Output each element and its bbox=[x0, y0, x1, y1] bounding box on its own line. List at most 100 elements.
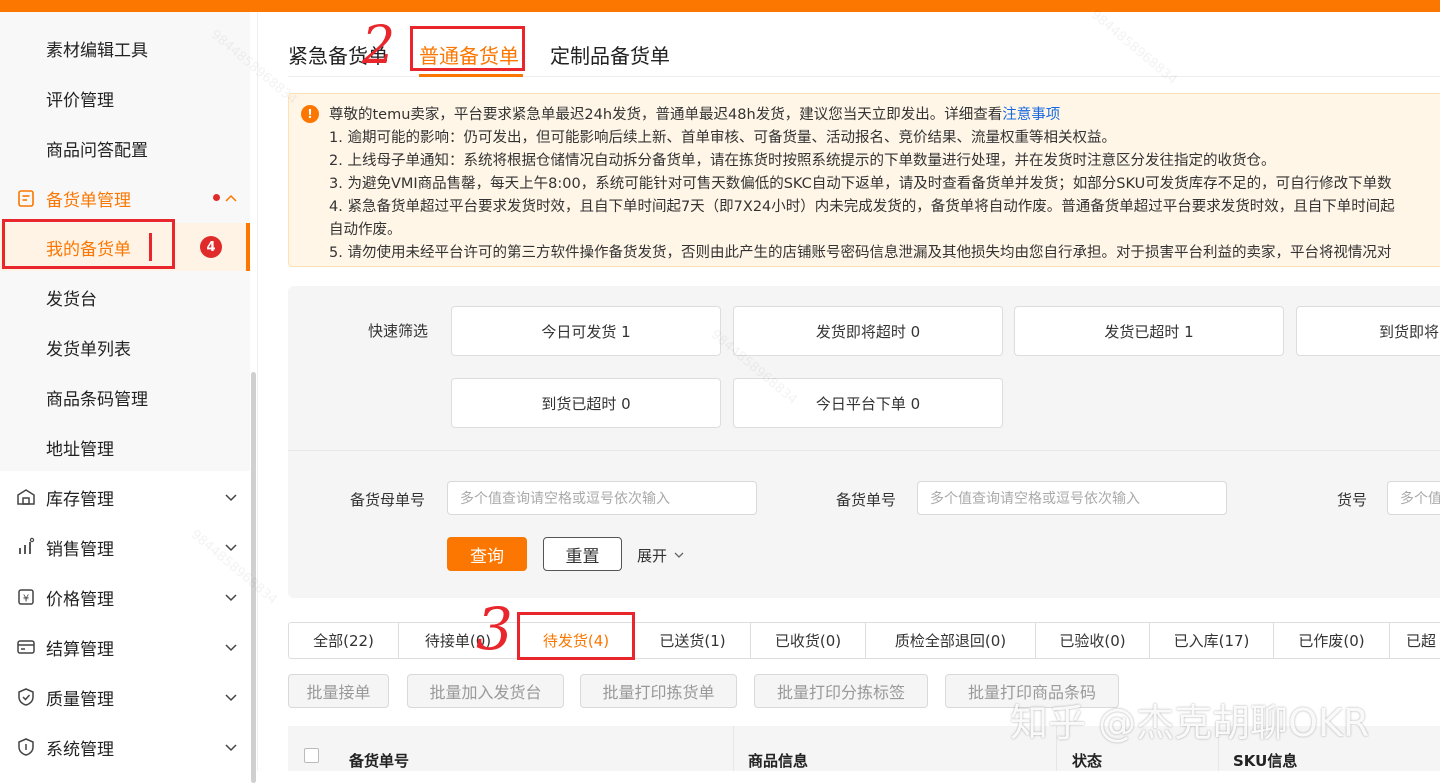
quick-filter-ordered-today[interactable]: 今日平台下单 0 bbox=[733, 378, 1003, 428]
price-tag-icon: ¥ bbox=[16, 587, 36, 607]
status-tab-stored[interactable]: 已入库(17) bbox=[1150, 623, 1274, 658]
quick-filter-ship-today[interactable]: 今日可发货 1 bbox=[451, 306, 721, 356]
svg-text:¥: ¥ bbox=[23, 594, 29, 605]
batch-print-picklist-button[interactable]: 批量打印拣货单 bbox=[580, 674, 737, 708]
query-button[interactable]: 查询 bbox=[447, 537, 527, 571]
status-tabs: 全部(22) 待接单(0) 待发货(4) 已送货(1) 已收货(0) 质检全部退… bbox=[288, 622, 1440, 659]
chevron-down-icon bbox=[673, 547, 685, 565]
sidebar-group-label: 价格管理 bbox=[46, 589, 114, 610]
notice-line: 5. 请勿使用未经平台许可的第三方软件操作备货发货，否则由此产生的店铺账号密码信… bbox=[329, 245, 1392, 261]
sidebar-item-label: 发货台 bbox=[46, 289, 97, 310]
sidebar-group-pricing[interactable]: ¥ 价格管理 bbox=[0, 573, 250, 621]
panel-divider bbox=[288, 450, 1440, 451]
parent-order-input[interactable]: 多个值查询请空格或逗号依次输入 bbox=[447, 481, 757, 515]
annotation-box bbox=[517, 612, 635, 660]
chevron-down-icon[interactable] bbox=[224, 689, 238, 703]
notice-line: 1. 逾期可能的影响：仍可发出，但可能影响后续上新、首单审核、可备货量、活动报名… bbox=[329, 130, 1116, 146]
top-brand-bar bbox=[0, 0, 1440, 12]
wallet-icon bbox=[16, 637, 36, 657]
order-no-label: 备货单号 bbox=[836, 491, 897, 509]
chevron-down-icon[interactable] bbox=[224, 589, 238, 603]
notice-line: 尊敬的temu卖家，平台要求紧急单最迟24h发货，普通单最迟48h发货，建议您当… bbox=[329, 103, 1060, 124]
status-tab-delivered[interactable]: 已送货(1) bbox=[635, 623, 751, 658]
main-content: 紧急备货单 普通备货单 定制品备货单 2 ! 尊敬的temu卖家，平台要求紧急单… bbox=[258, 12, 1440, 771]
status-tab-accepted[interactable]: 已验收(0) bbox=[1036, 623, 1150, 658]
sidebar-group-label: 备货单管理 bbox=[46, 190, 131, 211]
sidebar-group-stock-orders[interactable]: 备货单管理 bbox=[0, 174, 250, 222]
item-no-input[interactable]: 多个值 bbox=[1387, 481, 1440, 515]
sidebar-group-label: 系统管理 bbox=[46, 739, 114, 760]
active-tab-indicator bbox=[419, 74, 523, 77]
sidebar-group-system[interactable]: 系统管理 bbox=[0, 723, 250, 771]
status-tab-overdue[interactable]: 已超 bbox=[1390, 623, 1440, 658]
sidebar-group-inventory[interactable]: 库存管理 bbox=[0, 473, 250, 521]
sidebar-group-settlement[interactable]: 结算管理 bbox=[0, 623, 250, 671]
status-tab-qc-returned[interactable]: 质检全部退回(0) bbox=[866, 623, 1036, 658]
annotation-box bbox=[410, 26, 525, 71]
sidebar-item-shipment-list[interactable]: 发货单列表 bbox=[0, 323, 250, 371]
sidebar-item-qa-config[interactable]: 商品问答配置 bbox=[0, 124, 250, 172]
sidebar-scrollbar[interactable] bbox=[251, 372, 256, 783]
sidebar-item-label: 评价管理 bbox=[46, 90, 114, 111]
filter-panel: 快速筛选 今日可发货 1 发货即将超时 0 发货已超时 1 到货即将 到货已超时… bbox=[288, 286, 1440, 598]
status-tab-received[interactable]: 已收货(0) bbox=[751, 623, 866, 658]
chevron-up-icon[interactable] bbox=[224, 190, 238, 204]
annotation-number: 2 bbox=[362, 16, 396, 76]
batch-add-to-desk-button[interactable]: 批量加入发货台 bbox=[407, 674, 564, 708]
column-header-order-no: 备货单号 bbox=[349, 752, 410, 770]
expand-toggle[interactable]: 展开 bbox=[637, 545, 685, 566]
sidebar-item-address-management[interactable]: 地址管理 bbox=[0, 423, 250, 471]
sidebar: 素材编辑工具 评价管理 商品问答配置 备货单管理 我的备货单 4 发货台 发货单… bbox=[0, 12, 258, 783]
sidebar-item-label: 商品条码管理 bbox=[46, 389, 148, 410]
sidebar-item-label: 商品问答配置 bbox=[46, 140, 148, 161]
notice-line: 2. 上线母子单通知：系统将根据仓储情况自动拆分备货单，请在拣货时按照系统提示的… bbox=[329, 153, 1276, 169]
quick-filter-label: 快速筛选 bbox=[368, 322, 429, 340]
item-no-label: 货号 bbox=[1337, 491, 1368, 509]
notice-line: 3. 为避免VMI商品售罄，每天上午8:00，系统可能针对可售天数偏低的SKC自… bbox=[329, 176, 1392, 192]
chevron-down-icon[interactable] bbox=[224, 539, 238, 553]
shield-check-icon bbox=[16, 687, 36, 707]
status-tab-all[interactable]: 全部(22) bbox=[289, 623, 399, 658]
quick-filter-arrive-soon-overdue[interactable]: 到货即将 bbox=[1296, 306, 1440, 356]
sidebar-item-reviews[interactable]: 评价管理 bbox=[0, 74, 250, 122]
sidebar-group-quality[interactable]: 质量管理 bbox=[0, 673, 250, 721]
chevron-down-icon[interactable] bbox=[224, 639, 238, 653]
clipboard-icon bbox=[16, 188, 36, 208]
sidebar-item-barcode-management[interactable]: 商品条码管理 bbox=[0, 373, 250, 421]
notice-link[interactable]: 注意事项 bbox=[1002, 107, 1060, 123]
order-no-input[interactable]: 多个值查询请空格或逗号依次输入 bbox=[917, 481, 1227, 515]
batch-print-sort-label-button[interactable]: 批量打印分拣标签 bbox=[754, 674, 928, 708]
sidebar-group-label: 销售管理 bbox=[46, 539, 114, 560]
reset-button[interactable]: 重置 bbox=[543, 537, 622, 571]
sidebar-group-sales[interactable]: 销售管理 bbox=[0, 523, 250, 571]
warehouse-icon bbox=[16, 487, 36, 507]
quick-filter-arrive-overdue[interactable]: 到货已超时 0 bbox=[451, 378, 721, 428]
sidebar-item-shipping-desk[interactable]: 发货台 bbox=[0, 273, 250, 321]
chevron-down-icon[interactable] bbox=[224, 489, 238, 503]
select-all-checkbox[interactable] bbox=[304, 748, 319, 763]
notice-line: 自动作废。 bbox=[329, 222, 402, 238]
tab-custom-orders[interactable]: 定制品备货单 bbox=[550, 40, 670, 69]
notification-dot bbox=[213, 194, 220, 201]
sidebar-item-label: 发货单列表 bbox=[46, 339, 131, 360]
bar-chart-icon bbox=[16, 537, 36, 557]
parent-order-label: 备货母单号 bbox=[350, 491, 426, 509]
expand-label: 展开 bbox=[637, 547, 668, 565]
column-header-sku-info: SKU信息 bbox=[1233, 752, 1298, 770]
sidebar-item-label: 素材编辑工具 bbox=[46, 40, 148, 61]
warning-icon: ! bbox=[301, 105, 319, 123]
annotation-stroke bbox=[149, 233, 152, 261]
shield-icon bbox=[16, 737, 36, 757]
column-header-status: 状态 bbox=[1072, 752, 1103, 770]
status-tab-voided[interactable]: 已作废(0) bbox=[1274, 623, 1390, 658]
quick-filter-ship-soon-overdue[interactable]: 发货即将超时 0 bbox=[733, 306, 1003, 356]
notice-text: 尊敬的temu卖家，平台要求紧急单最迟24h发货，普通单最迟48h发货，建议您当… bbox=[329, 107, 1003, 123]
batch-accept-button[interactable]: 批量接单 bbox=[288, 674, 389, 708]
quick-filter-ship-overdue[interactable]: 发货已超时 1 bbox=[1014, 306, 1284, 356]
notice-line: 4. 紧急备货单超过平台要求发货时效，且自下单时间起7天（即7X24小时）内未完… bbox=[329, 199, 1395, 215]
count-badge: 4 bbox=[200, 236, 222, 258]
sidebar-group-label: 质量管理 bbox=[46, 689, 114, 710]
chevron-down-icon[interactable] bbox=[224, 739, 238, 753]
sidebar-item-material-editor[interactable]: 素材编辑工具 bbox=[0, 24, 250, 72]
annotation-number: 3 bbox=[476, 595, 513, 663]
